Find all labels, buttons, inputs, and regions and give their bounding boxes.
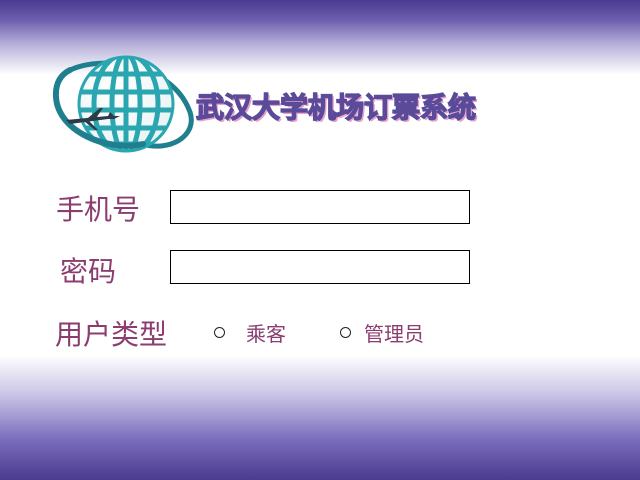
password-label: 密码 [60,255,117,288]
radio-admin[interactable]: 管理员 [340,318,424,347]
radio-admin-label[interactable]: 管理员 [364,318,424,347]
radio-icon[interactable] [214,327,225,338]
radio-icon[interactable] [340,327,351,338]
app-title: 武汉大学机场订票系统 [195,90,477,124]
user-type-label: 用户类型 [55,318,168,351]
radio-passenger-label[interactable]: 乘客 [246,318,286,347]
radio-passenger[interactable]: 乘客 [214,318,286,347]
phone-label: 手机号 [56,193,141,226]
globe-airplane-logo-icon [52,55,194,153]
login-window: 武汉大学机场订票系统 手机号 密码 用户类型 乘客 管理员 [0,0,640,480]
phone-input[interactable] [170,190,470,224]
password-input[interactable] [170,250,470,284]
